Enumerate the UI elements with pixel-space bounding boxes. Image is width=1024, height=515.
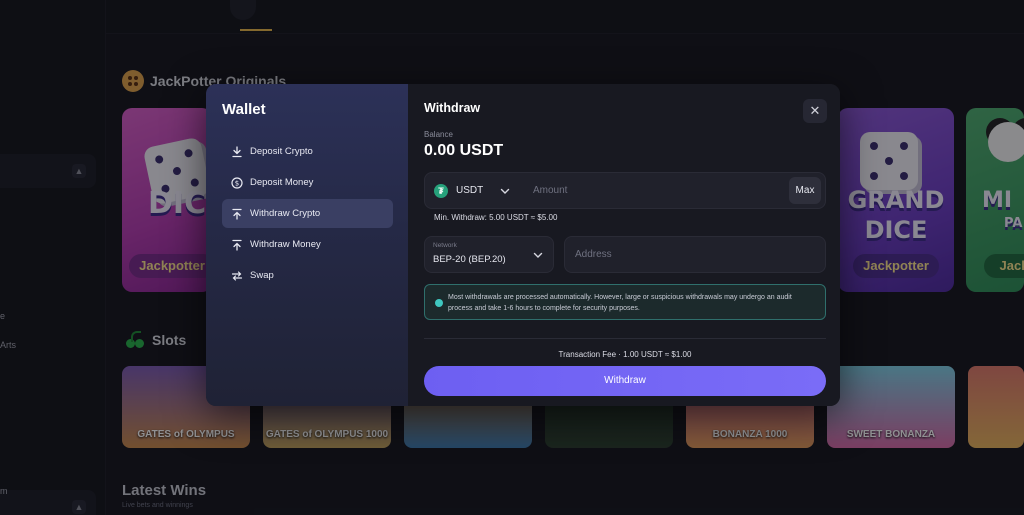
casino-page: ▲ e Arts ▲ m JackPotter Originals DIC Ja… — [0, 0, 1024, 515]
divider — [424, 338, 826, 339]
chevron-down-icon[interactable] — [499, 185, 511, 197]
withdraw-button[interactable]: Withdraw — [424, 366, 826, 396]
balance-label: Balance — [424, 130, 453, 139]
close-icon: ✕ — [809, 103, 821, 118]
network-label: Network — [433, 242, 457, 249]
menu-item-deposit-crypto[interactable]: Deposit Crypto — [222, 137, 393, 166]
menu-item-swap[interactable]: Swap — [222, 261, 393, 290]
withdraw-notice: Most withdrawals are processed automatic… — [424, 284, 826, 320]
upload-icon — [232, 208, 242, 220]
dollar-icon: $ — [231, 176, 243, 189]
menu-item-withdraw-crypto[interactable]: Withdraw Crypto — [222, 199, 393, 228]
amount-input[interactable]: Amount — [533, 185, 567, 196]
chevron-down-icon — [533, 252, 543, 258]
withdraw-panel: Withdraw ✕ Balance 0.00 USDT ₮ USDT Amou… — [408, 84, 840, 406]
tether-icon: ₮ — [434, 184, 448, 198]
menu-item-label: Deposit Crypto — [250, 146, 313, 157]
address-input[interactable]: Address — [575, 249, 612, 260]
network-select[interactable]: Network BEP-20 (BEP.20) — [424, 236, 554, 273]
max-button[interactable]: Max — [789, 177, 821, 204]
wallet-modal: Wallet Deposit Crypto $ Deposit Money Wi… — [206, 84, 840, 406]
withdraw-title: Withdraw — [424, 101, 481, 115]
menu-item-label: Withdraw Money — [250, 239, 321, 250]
network-value: BEP-20 (BEP.20) — [433, 254, 506, 265]
wallet-title: Wallet — [222, 101, 266, 118]
menu-item-withdraw-money[interactable]: Withdraw Money — [222, 230, 393, 259]
min-withdraw-text: Min. Withdraw: 5.00 USDT ≈ $5.00 — [434, 213, 558, 222]
balance-value: 0.00 USDT — [424, 142, 504, 159]
wallet-menu: Wallet Deposit Crypto $ Deposit Money Wi… — [206, 84, 408, 406]
close-button[interactable]: ✕ — [803, 99, 827, 123]
menu-item-label: Withdraw Crypto — [250, 208, 321, 219]
menu-item-deposit-money[interactable]: $ Deposit Money — [222, 168, 393, 197]
transaction-fee: Transaction Fee · 1.00 USDT ≈ $1.00 — [558, 350, 692, 359]
amount-field: ₮ USDT Amount Max — [424, 172, 826, 209]
menu-item-label: Swap — [250, 270, 274, 281]
svg-text:$: $ — [235, 179, 239, 187]
download-icon — [232, 145, 242, 157]
info-icon — [435, 299, 443, 307]
notice-text: Most withdrawals are processed automatic… — [448, 294, 792, 312]
upload-icon — [232, 239, 242, 251]
swap-icon — [231, 270, 243, 281]
menu-item-label: Deposit Money — [250, 177, 314, 188]
address-field[interactable]: Address — [564, 236, 826, 273]
currency-select[interactable]: USDT — [456, 185, 483, 196]
